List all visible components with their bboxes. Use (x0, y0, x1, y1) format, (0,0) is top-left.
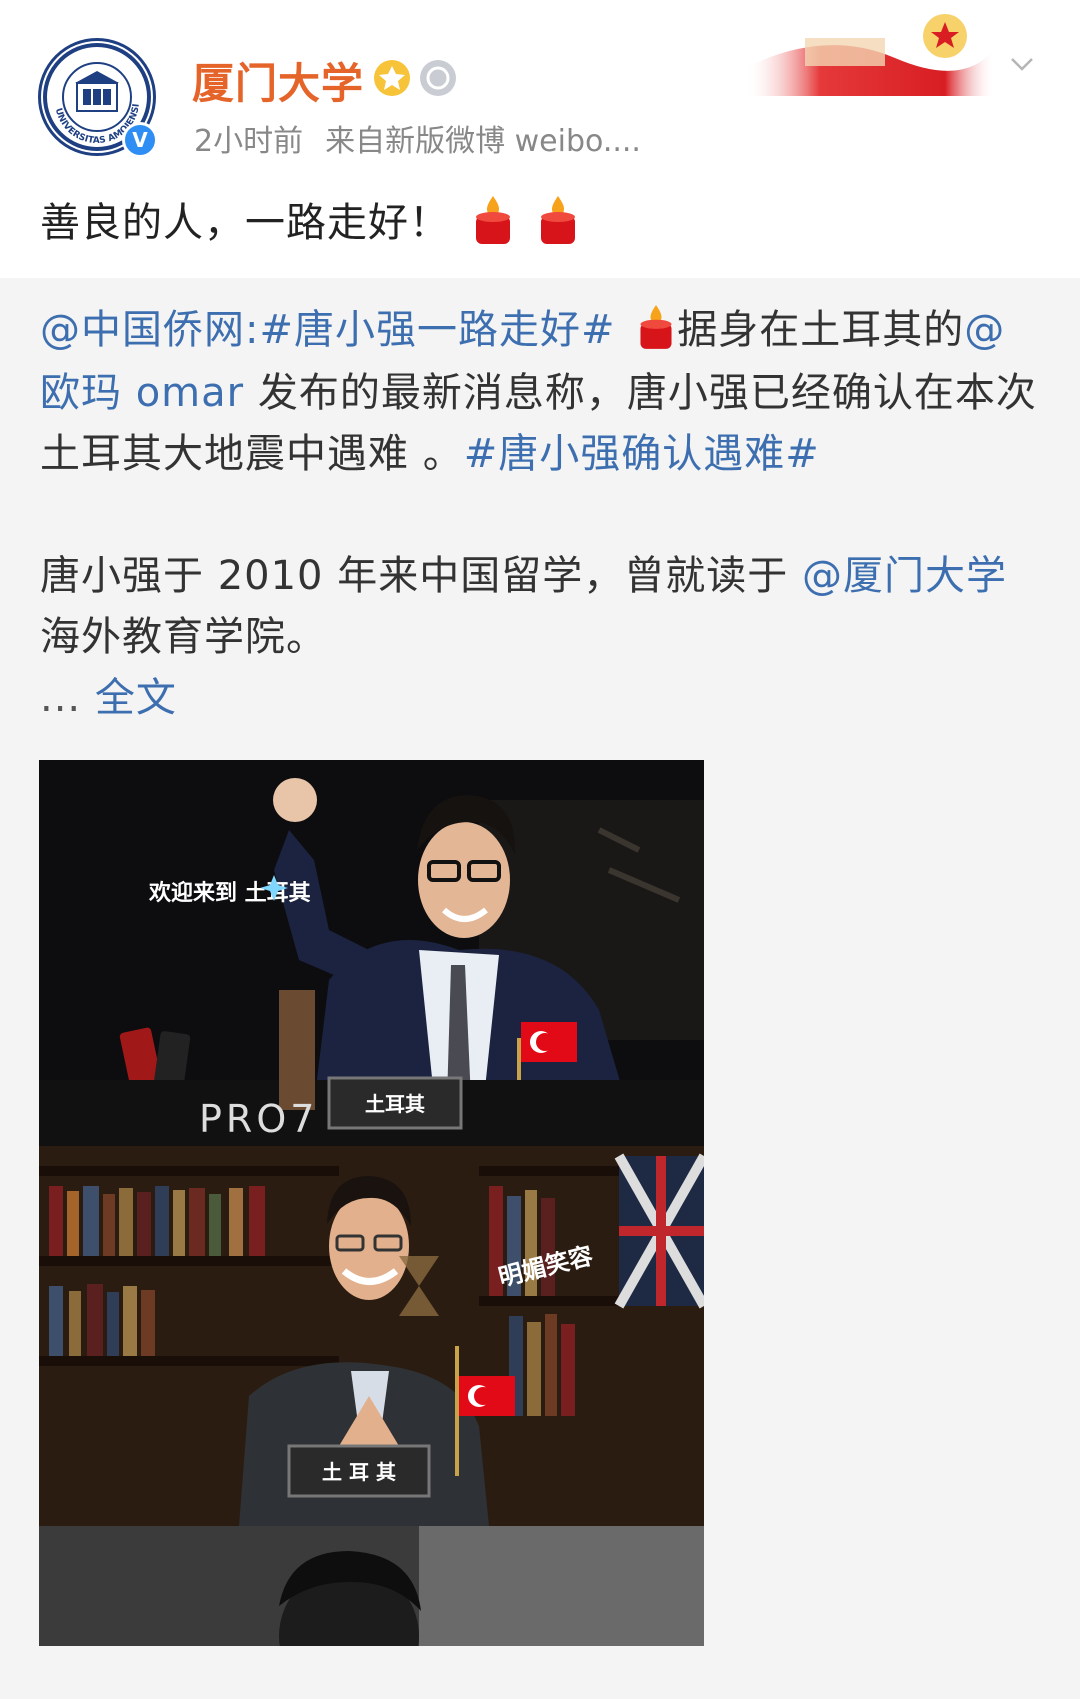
decorative-card-banner (745, 8, 995, 96)
post-meta: 2小时前 来自新版微博 weibo.... (194, 116, 641, 160)
desk-label: 土耳其 (365, 1092, 425, 1116)
timestamp: 2小时前 (194, 124, 304, 159)
media-image[interactable]: 土耳其 PRO7 欢迎来到 土耳其 土 耳 其 明媚笑容 (39, 760, 704, 1646)
hashtag-link[interactable]: #唐小强一路走好# (259, 307, 615, 353)
brand-label: PRO7 (199, 1097, 318, 1141)
media-panel (39, 1526, 704, 1646)
candle-icon (635, 302, 677, 363)
full-text-link[interactable]: 全文 (95, 675, 177, 721)
repost-text-part: 唐小强于 2010 年来中国留学，曾就读于 (40, 552, 789, 599)
expand-row: ... 全文 (40, 668, 1040, 729)
post-source: 来自新版微博 weibo.... (325, 124, 641, 159)
repost-text-part: 据身在土耳其的 (677, 307, 965, 353)
mention-link[interactable]: @厦门大学 (802, 553, 1007, 599)
verified-icon: V (122, 122, 158, 158)
post-text: 善良的人，一路走好！ (40, 190, 581, 256)
chevron-down-icon[interactable] (1008, 50, 1036, 78)
panel1-caption: 欢迎来到 土耳其 (148, 880, 311, 906)
repost-text-part: 海外教育学院。 (40, 613, 327, 660)
gold-badge-icon[interactable] (374, 60, 410, 96)
mention-link[interactable]: @中国侨网 (40, 307, 245, 353)
repost-paragraph: 唐小强于 2010 年来中国留学，曾就读于 @厦门大学海外教育学院。 (40, 546, 1040, 668)
candle-icon (470, 194, 516, 256)
media-panel: 土耳其 PRO7 欢迎来到 土耳其 (39, 760, 704, 1146)
post-header: UNIVERSITAS AMOIENSIS V 厦门大学 2小时前来自新版微博 … (0, 0, 1080, 278)
colon: : (245, 307, 260, 353)
hashtag-link[interactable]: #唐小强确认遇难# (464, 431, 820, 477)
account-name[interactable]: 厦门大学 (192, 50, 364, 111)
desk-label: 土 耳 其 (322, 1460, 396, 1484)
repost-text: @中国侨网:#唐小强一路走好# 据身在土耳其的@欧玛 omar 发布的最新消息称… (40, 300, 1040, 729)
silver-badge-icon[interactable] (420, 60, 456, 96)
ellipsis: ... (40, 674, 82, 721)
candle-icon (535, 194, 581, 256)
media-panel: 土 耳 其 明媚笑容 (39, 1146, 704, 1526)
reposted-content[interactable]: @中国侨网:#唐小强一路走好# 据身在土耳其的@欧玛 omar 发布的最新消息称… (0, 278, 1080, 1699)
post-text-content: 善良的人，一路走好！ (40, 200, 450, 246)
